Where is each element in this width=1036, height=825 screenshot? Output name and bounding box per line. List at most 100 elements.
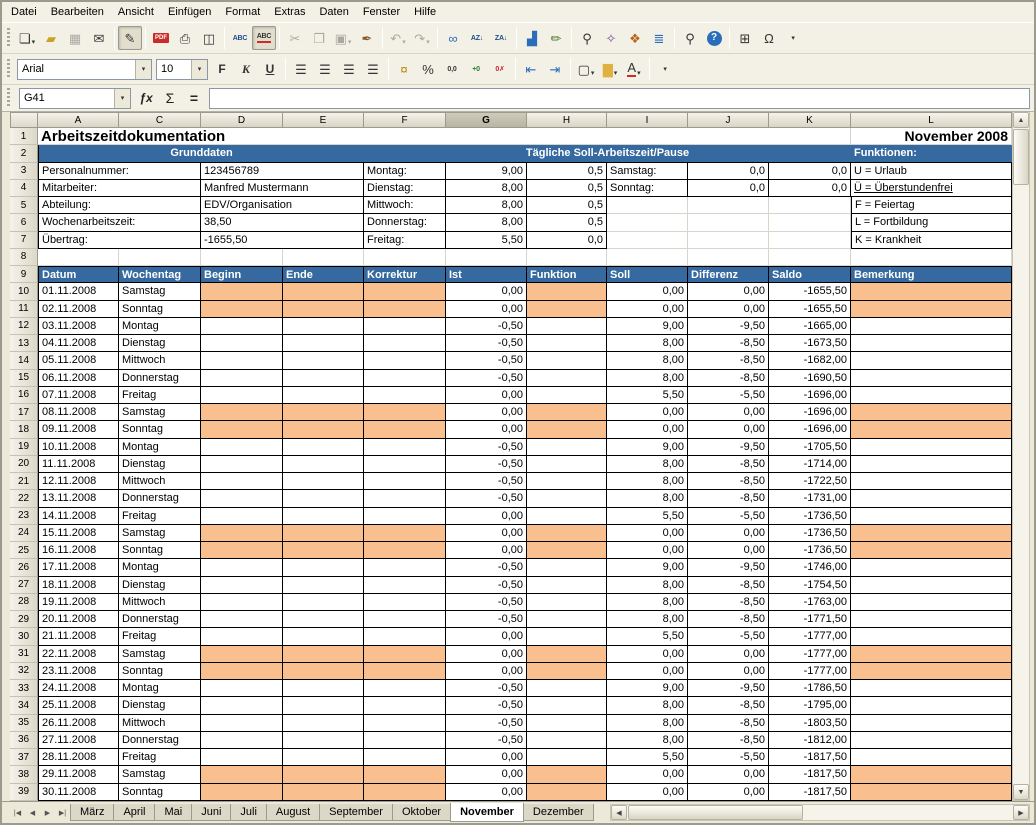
cell-C17[interactable]: Samstag [119,404,201,421]
cell-E23[interactable] [283,508,364,525]
cell-H37[interactable] [527,749,607,766]
cell-C19[interactable]: Montag [119,439,201,456]
row-header-16[interactable]: 16 [10,387,38,404]
sum-icon[interactable]: Σ [159,87,181,109]
cell-I4[interactable]: Sonntag: [607,180,688,197]
cell-C26[interactable]: Montag [119,559,201,576]
cell-L31[interactable] [851,646,1012,663]
row-header-27[interactable]: 27 [10,577,38,594]
cell-K7[interactable] [769,232,851,249]
cell-A11[interactable]: 02.11.2008 [38,301,119,318]
cell-L15[interactable] [851,370,1012,387]
menu-daten[interactable]: Daten [312,2,355,22]
cell-K19[interactable]: -1705,50 [769,439,851,456]
cell-F13[interactable] [364,335,446,352]
cell-A20[interactable]: 11.11.2008 [38,456,119,473]
cell-J26[interactable]: -9,50 [688,559,769,576]
cell-K21[interactable]: -1722,50 [769,473,851,490]
cell-A32[interactable]: 23.11.2008 [38,663,119,680]
cell-H19[interactable] [527,439,607,456]
cell-K38[interactable]: -1817,50 [769,766,851,783]
cell-A7[interactable]: Übertrag: [38,232,201,249]
redo-icon-dropdown[interactable]: ▾ [426,38,430,49]
name-box-dropdown-icon[interactable]: ▾ [114,89,130,108]
cell-I38[interactable]: 0,00 [607,766,688,783]
cell-F38[interactable] [364,766,446,783]
cell-D39[interactable] [201,784,283,801]
cell-C10[interactable]: Samstag [119,283,201,300]
cell-G35[interactable]: -0,50 [446,715,527,732]
cell-K27[interactable]: -1754,50 [769,577,851,594]
cell-A3[interactable]: Personalnummer: [38,163,201,180]
cell-K12[interactable]: -1665,00 [769,318,851,335]
zoom-icon[interactable]: ⚲ [678,26,702,50]
font-size-value[interactable]: 10 [157,60,191,79]
open-icon[interactable]: ▰ [39,26,63,50]
row-header-1[interactable]: 1 [10,128,38,145]
cell-G39[interactable]: 0,00 [446,784,527,801]
cell-D31[interactable] [201,646,283,663]
cell-L37[interactable] [851,749,1012,766]
cell-K37[interactable]: -1817,50 [769,749,851,766]
number-format-standard-icon[interactable]: 0,0 [440,57,464,81]
cell-J7[interactable] [688,232,769,249]
cell-A24[interactable]: 15.11.2008 [38,525,119,542]
cell-I39[interactable]: 0,00 [607,784,688,801]
cell-I15[interactable]: 8,00 [607,370,688,387]
cell-F27[interactable] [364,577,446,594]
cell-C16[interactable]: Freitag [119,387,201,404]
menu-bearbeiten[interactable]: Bearbeiten [44,2,111,22]
cell-C23[interactable]: Freitag [119,508,201,525]
row-header-22[interactable]: 22 [10,490,38,507]
save-icon[interactable]: ▦ [63,26,87,50]
formula-icon[interactable]: = [183,87,205,109]
cell-G34[interactable]: -0,50 [446,697,527,714]
delete-decimal-icon[interactable]: 0✗ [488,57,512,81]
cell-I26[interactable]: 9,00 [607,559,688,576]
cell-E28[interactable] [283,594,364,611]
cell-H12[interactable] [527,318,607,335]
cell-F18[interactable] [364,421,446,438]
cell-D24[interactable] [201,525,283,542]
cell-A18[interactable]: 09.11.2008 [38,421,119,438]
font-name-dropdown-icon[interactable]: ▾ [135,60,151,79]
cell-J29[interactable]: -8,50 [688,611,769,628]
cell-L39[interactable] [851,784,1012,801]
cell-H16[interactable] [527,387,607,404]
cell-A27[interactable]: 18.11.2008 [38,577,119,594]
cell-F34[interactable] [364,697,446,714]
cell-L34[interactable] [851,697,1012,714]
cell-H26[interactable] [527,559,607,576]
scroll-down-icon[interactable]: ▼ [1013,784,1029,800]
cell-K35[interactable]: -1803,50 [769,715,851,732]
cell-A39[interactable]: 30.11.2008 [38,784,119,801]
cell-F8[interactable] [364,249,446,266]
row-header-28[interactable]: 28 [10,594,38,611]
cell-E38[interactable] [283,766,364,783]
menu-format[interactable]: Format [218,2,267,22]
cell-K23[interactable]: -1736,50 [769,508,851,525]
cell-A1[interactable]: Arbeitszeitdokumentation [38,128,851,145]
cell-G27[interactable]: -0,50 [446,577,527,594]
cell-A31[interactable]: 22.11.2008 [38,646,119,663]
cell-I17[interactable]: 0,00 [607,404,688,421]
cell-J22[interactable]: -8,50 [688,490,769,507]
table-header-ist[interactable]: Ist [446,266,527,283]
cell-A26[interactable]: 17.11.2008 [38,559,119,576]
cell-E22[interactable] [283,490,364,507]
table-header-wochentag[interactable]: Wochentag [119,266,201,283]
row-header-10[interactable]: 10 [10,283,38,300]
cell-E10[interactable] [283,283,364,300]
cell-D21[interactable] [201,473,283,490]
cell-I33[interactable]: 9,00 [607,680,688,697]
cell-A37[interactable]: 28.11.2008 [38,749,119,766]
cell-C24[interactable]: Samstag [119,525,201,542]
cell-G37[interactable]: 0,00 [446,749,527,766]
cell-I30[interactable]: 5,50 [607,628,688,645]
cell-I20[interactable]: 8,00 [607,456,688,473]
cell-H8[interactable] [527,249,607,266]
cell-K3[interactable]: 0,0 [769,163,851,180]
cell-D30[interactable] [201,628,283,645]
row-header-14[interactable]: 14 [10,352,38,369]
cell-I31[interactable]: 0,00 [607,646,688,663]
